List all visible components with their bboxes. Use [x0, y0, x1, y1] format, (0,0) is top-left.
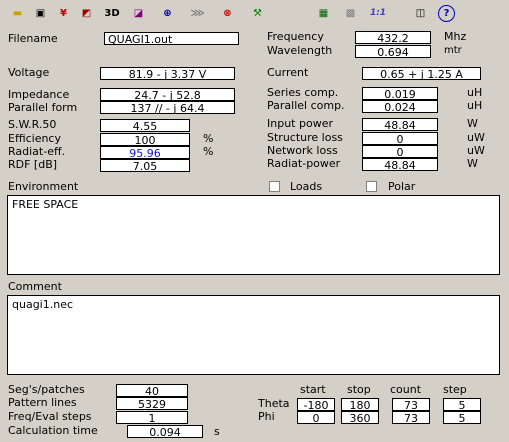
theta-label: Theta: [258, 397, 290, 410]
swr-field[interactable]: 4.55: [100, 119, 190, 133]
toolbar: ▬ ▣ ¥ ◩ 3D ◪ ⊕ ⋙ ⊗ ⚒ ▦ ▩ 1:1 ◫ ?: [0, 0, 509, 28]
comment-label: Comment: [8, 280, 62, 293]
theta-count-field[interactable]: 73: [392, 398, 430, 412]
calc-time-field[interactable]: 0.094: [127, 425, 203, 439]
structure-loss-unit: uW: [467, 131, 485, 144]
parallel-comp-label: Parallel comp.: [267, 99, 345, 112]
radiat-power-field[interactable]: 48.84: [362, 158, 438, 172]
frequency-label: Frequency: [267, 30, 324, 43]
phi-step-field[interactable]: 5: [443, 411, 481, 425]
impedance-field[interactable]: 24.7 - j 52.8: [100, 88, 235, 102]
segs-field[interactable]: 40: [116, 384, 188, 398]
help-icon[interactable]: ?: [438, 5, 455, 22]
voltage-field[interactable]: 81.9 - j 3.37 V: [100, 67, 235, 81]
stop-header: stop: [347, 383, 371, 396]
antenna-icon[interactable]: ¥: [54, 4, 73, 22]
freq-eval-label: Freq/Eval steps: [8, 410, 92, 423]
calculator-icon[interactable]: ▦: [314, 4, 333, 22]
input-power-label: Input power: [267, 117, 333, 130]
tools-icon[interactable]: ⚒: [248, 4, 267, 22]
calc-time-label: Calculation time: [8, 424, 98, 437]
radiat-eff-unit: %: [203, 145, 214, 158]
polar-checkbox[interactable]: [366, 181, 377, 192]
window-icon[interactable]: ▣: [31, 4, 50, 22]
phi-stop-field[interactable]: 360: [341, 411, 379, 425]
filename-field[interactable]: QUAGI1.out: [104, 32, 239, 46]
theta-stop-field[interactable]: 180: [341, 398, 379, 412]
parallel-comp-field[interactable]: 0.024: [362, 100, 438, 114]
rdf-label: RDF [dB]: [8, 158, 58, 171]
structure-loss-field[interactable]: 0: [362, 132, 438, 146]
open-folder-icon[interactable]: ▬: [8, 4, 27, 22]
cube-icon[interactable]: ◩: [77, 4, 96, 22]
environment-text: FREE SPACE: [12, 198, 79, 211]
voltage-label: Voltage: [8, 66, 50, 79]
target-plot-icon[interactable]: ⊗: [218, 4, 237, 22]
theta-start-field[interactable]: -180: [297, 398, 335, 412]
structure-loss-label: Structure loss: [267, 131, 343, 144]
wavelength-unit: mtr: [444, 45, 462, 56]
theta-step-field[interactable]: 5: [443, 398, 481, 412]
start-header: start: [300, 383, 326, 396]
efficiency-label: Efficiency: [8, 132, 61, 145]
efficiency-unit: %: [203, 132, 214, 145]
loads-checkbox[interactable]: [269, 181, 280, 192]
loads-label: Loads: [290, 180, 323, 193]
radiat-eff-label: Radiat-eff.: [8, 145, 66, 158]
environment-textarea[interactable]: FREE SPACE: [7, 195, 500, 275]
mesh-icon[interactable]: ⋙: [188, 4, 207, 22]
ratio-1-1-icon[interactable]: 1:1: [367, 4, 389, 22]
parallel-form-label: Parallel form: [8, 101, 78, 114]
filename-label: Filename: [8, 32, 58, 45]
impedance-label: Impedance: [8, 88, 70, 101]
network-loss-label: Network loss: [267, 144, 338, 157]
3d-button[interactable]: 3D: [100, 4, 124, 22]
pattern-lines-field[interactable]: 5329: [116, 397, 188, 411]
freq-eval-field[interactable]: 1: [116, 411, 188, 425]
rdf-field[interactable]: 7.05: [100, 159, 190, 173]
network-loss-field[interactable]: 0: [362, 145, 438, 159]
series-comp-unit: uH: [467, 86, 483, 99]
input-power-field[interactable]: 48.84: [362, 118, 438, 132]
segs-label: Seg's/patches: [8, 383, 85, 396]
polar-label: Polar: [388, 180, 416, 193]
polar-plot-icon[interactable]: ⊕: [158, 4, 177, 22]
series-comp-label: Series comp.: [267, 86, 339, 99]
step-header: step: [443, 383, 467, 396]
wavelength-label: Wavelength: [267, 44, 333, 57]
calc-time-unit: s: [214, 425, 220, 438]
radiat-power-unit: W: [467, 157, 478, 170]
parallel-comp-unit: uH: [467, 99, 483, 112]
pattern-lines-label: Pattern lines: [8, 396, 77, 409]
phi-start-field[interactable]: 0: [297, 411, 335, 425]
radiat-eff-field[interactable]: 95.96: [100, 146, 190, 160]
grid-icon[interactable]: ▩: [341, 4, 360, 22]
phi-label: Phi: [258, 410, 275, 423]
parallel-form-field[interactable]: 137 // - j 64.4: [100, 101, 235, 115]
current-field[interactable]: 0.65 + j 1.25 A: [362, 67, 481, 81]
wavelength-field[interactable]: 0.694: [355, 45, 431, 59]
frequency-unit: Mhz: [444, 30, 467, 43]
count-header: count: [390, 383, 422, 396]
current-label: Current: [267, 66, 309, 79]
efficiency-field[interactable]: 100: [100, 133, 190, 147]
phi-count-field[interactable]: 73: [392, 411, 430, 425]
frequency-field[interactable]: 432.2: [355, 31, 431, 45]
environment-label: Environment: [8, 180, 79, 193]
book-icon[interactable]: ◫: [411, 4, 430, 22]
radiat-power-label: Radiat-power: [267, 157, 341, 170]
pattern-chart-icon[interactable]: ◪: [129, 4, 148, 22]
comment-textarea[interactable]: quagi1.nec: [7, 295, 500, 375]
network-loss-unit: uW: [467, 144, 485, 157]
comment-text: quagi1.nec: [12, 298, 74, 311]
input-power-unit: W: [467, 117, 478, 130]
swr-label: S.W.R.50: [8, 118, 57, 131]
series-comp-field[interactable]: 0.019: [362, 87, 438, 101]
